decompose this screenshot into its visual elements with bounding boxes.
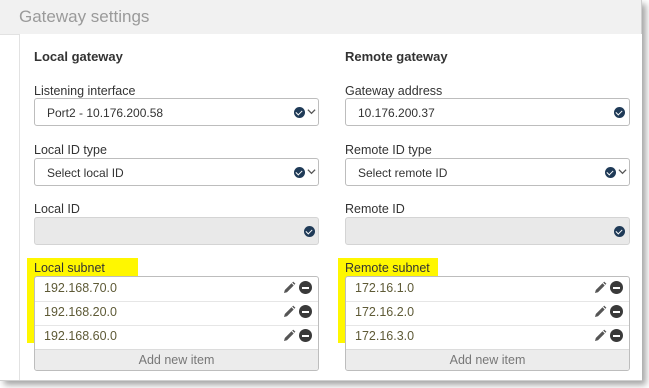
check-circle-icon — [294, 107, 305, 118]
remote-id-input[interactable] — [345, 217, 630, 245]
remote-id-type-label: Remote ID type — [345, 143, 432, 157]
local-id-label: Local ID — [34, 202, 80, 216]
remote-gateway-title: Remote gateway — [345, 49, 448, 64]
pencil-icon[interactable] — [282, 329, 296, 343]
remote-id-type-value: Select remote ID — [358, 166, 448, 180]
local-gateway-title: Local gateway — [34, 49, 123, 64]
listening-interface-value: Port2 - 10.176.200.58 — [47, 106, 164, 120]
minus-circle-icon[interactable] — [299, 305, 312, 318]
check-circle-icon — [605, 167, 616, 178]
pencil-icon[interactable] — [593, 329, 607, 343]
pencil-icon[interactable] — [593, 305, 607, 319]
minus-circle-icon[interactable] — [299, 281, 312, 294]
section-header: Gateway settings — [0, 0, 641, 35]
local-subnet-value: 192.168.70.0 — [44, 281, 117, 295]
pencil-icon[interactable] — [593, 281, 607, 295]
local-id-type-label: Local ID type — [34, 143, 107, 157]
gateway-settings-panel: Local gateway Listening interface Port2 … — [19, 34, 642, 380]
gateway-address-value: 10.176.200.37 — [358, 106, 435, 120]
minus-circle-icon[interactable] — [610, 329, 623, 342]
list-item: 192.168.20.0 — [35, 301, 318, 326]
list-item: 172.16.2.0 — [346, 301, 629, 326]
pencil-icon[interactable] — [282, 281, 296, 295]
remote-subnet-value: 172.16.3.0 — [355, 329, 415, 343]
check-circle-icon — [304, 226, 315, 237]
local-add-new-item-button[interactable]: Add new item — [35, 349, 318, 370]
remote-subnet-list: 172.16.1.0 172.16.2.0 172.16.3.0 Add new… — [345, 276, 630, 371]
page-title: Gateway settings — [19, 7, 150, 26]
local-subnet-label: Local subnet — [34, 261, 105, 275]
gateway-address-input[interactable]: 10.176.200.37 — [345, 98, 630, 126]
minus-circle-icon[interactable] — [299, 329, 312, 342]
remote-subnet-value: 172.16.2.0 — [355, 305, 415, 319]
remote-add-new-item-button[interactable]: Add new item — [346, 349, 629, 370]
gateway-address-label: Gateway address — [345, 84, 443, 98]
check-circle-icon — [614, 107, 625, 118]
check-circle-icon — [614, 226, 625, 237]
minus-circle-icon[interactable] — [610, 305, 623, 318]
chevron-down-icon — [618, 169, 627, 175]
pencil-icon[interactable] — [282, 305, 296, 319]
remote-id-type-select[interactable]: Select remote ID — [345, 158, 630, 186]
local-id-input[interactable] — [34, 217, 319, 245]
list-item: 192.168.70.0 — [35, 277, 318, 302]
remote-id-label: Remote ID — [345, 202, 405, 216]
chevron-down-icon — [307, 109, 316, 115]
gateway-settings-window: Gateway settings Local gateway Listening… — [0, 0, 642, 381]
remote-subnet-label: Remote subnet — [345, 261, 430, 275]
local-subnet-value: 192.168.20.0 — [44, 305, 117, 319]
check-circle-icon — [294, 167, 305, 178]
local-subnet-value: 192.168.60.0 — [44, 329, 117, 343]
local-subnet-list: 192.168.70.0 192.168.20.0 192.168.60.0 A… — [34, 276, 319, 371]
listening-interface-label: Listening interface — [34, 84, 136, 98]
list-item: 172.16.1.0 — [346, 277, 629, 302]
list-item: 192.168.60.0 — [35, 325, 318, 350]
local-id-type-value: Select local ID — [47, 166, 124, 180]
chevron-down-icon — [307, 169, 316, 175]
local-id-type-select[interactable]: Select local ID — [34, 158, 319, 186]
remote-subnet-value: 172.16.1.0 — [355, 281, 415, 295]
minus-circle-icon[interactable] — [610, 281, 623, 294]
listening-interface-select[interactable]: Port2 - 10.176.200.58 — [34, 98, 319, 126]
list-item: 172.16.3.0 — [346, 325, 629, 350]
